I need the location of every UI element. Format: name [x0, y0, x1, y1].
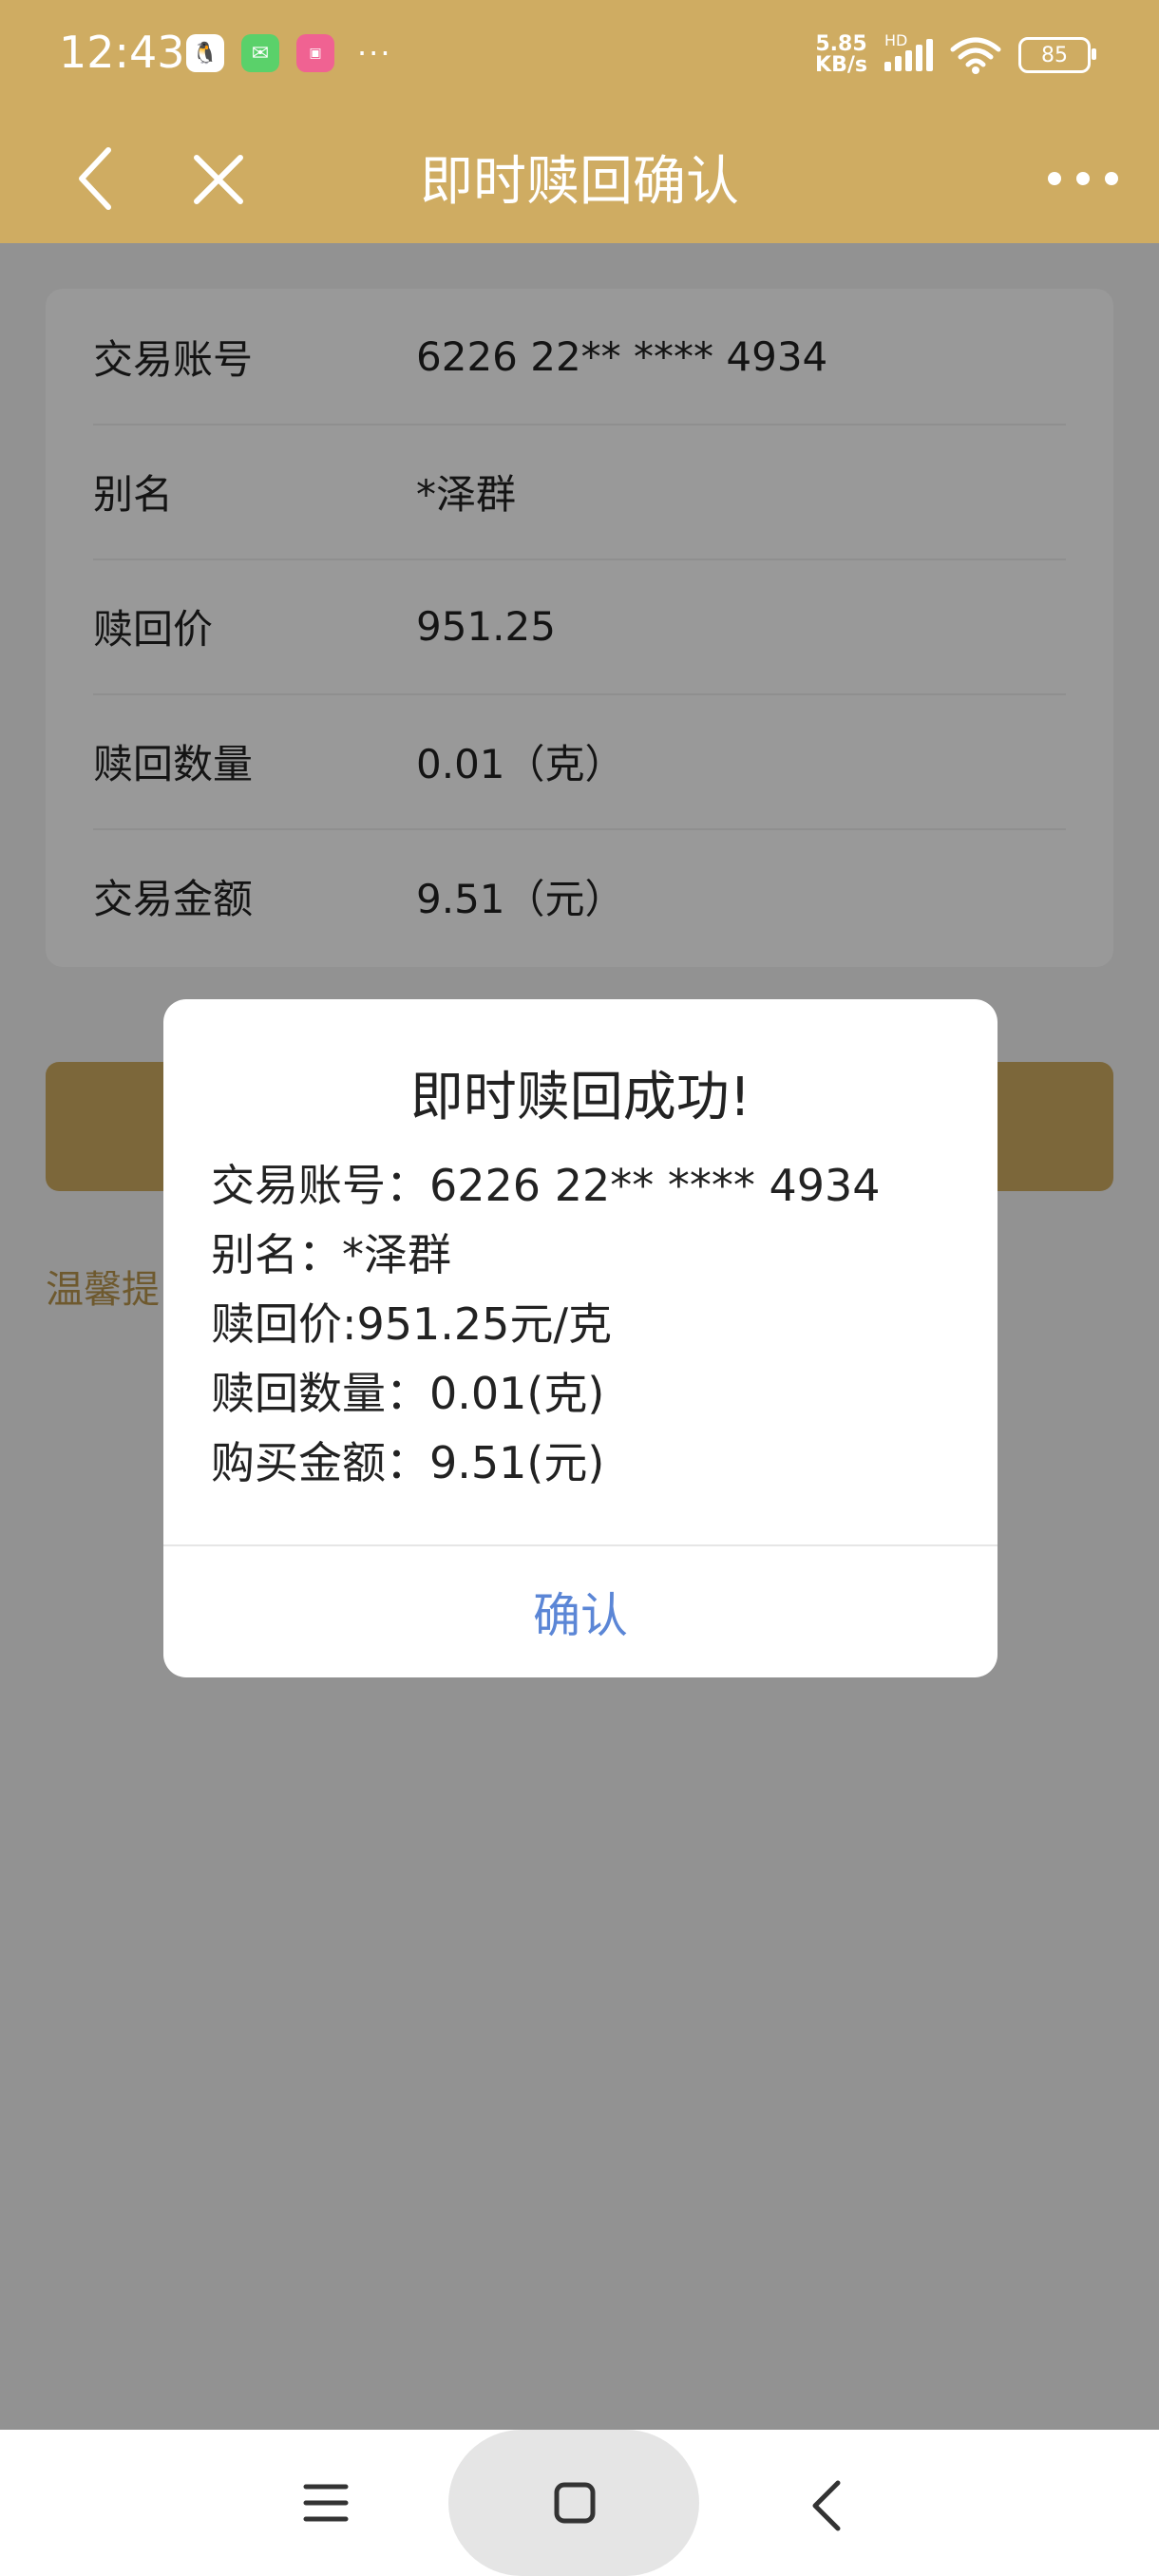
app-header: 即时赎回确认: [0, 112, 1159, 243]
page: 12:43 🐧 ✉ ▣ ··· 5.85 KB/s HD 85 即时赎回确认 交…: [0, 0, 1159, 2576]
qq-icon: 🐧: [186, 34, 224, 72]
dialog-body: 交易账号：6226 22** **** 4934 别名：*泽群 赎回价:951.…: [211, 1151, 960, 1498]
status-time: 12:43: [59, 27, 185, 78]
home-icon[interactable]: [553, 2481, 597, 2525]
menu-icon[interactable]: [302, 2479, 350, 2527]
bilibili-icon: ▣: [296, 34, 334, 72]
dialog-title: 即时赎回成功!: [409, 1067, 751, 1128]
system-navigation-bar: [0, 2430, 1159, 2576]
dialog-line-amount: 购买金额：9.51(元): [211, 1437, 605, 1488]
status-right: 5.85 KB/s HD 85: [815, 31, 1096, 76]
page-title: 即时赎回确认: [420, 151, 739, 213]
more-notifications-icon: ···: [357, 35, 392, 71]
dialog-line-price: 赎回价:951.25元/克: [211, 1298, 612, 1350]
redeem-success-dialog: 即时赎回成功! 交易账号：6226 22** **** 4934 别名：*泽群 …: [163, 999, 998, 1677]
status-bar: 12:43 🐧 ✉ ▣ ··· 5.85 KB/s HD 85: [0, 0, 1159, 112]
network-label: HD: [884, 31, 908, 49]
more-icon[interactable]: [1043, 150, 1123, 207]
wechat-icon: ✉: [241, 34, 279, 72]
dialog-line-quantity: 赎回数量：0.01(克): [211, 1368, 605, 1419]
battery-icon: 85: [1018, 37, 1096, 73]
speed-value: 5.85: [815, 32, 867, 56]
back-nav-icon[interactable]: [808, 2477, 846, 2534]
network-speed: 5.85 KB/s: [815, 34, 867, 76]
dialog-line-alias: 别名：*泽群: [211, 1229, 451, 1280]
notification-icons: 🐧 ✉ ▣ ···: [186, 34, 392, 72]
speed-unit: KB/s: [815, 53, 867, 77]
wifi-icon: [950, 37, 1001, 74]
battery-level: 85: [1041, 43, 1068, 67]
cellular-signal-icon: HD: [884, 31, 933, 71]
dialog-confirm-button[interactable]: 确认: [163, 1546, 998, 1677]
dialog-line-account: 交易账号：6226 22** **** 4934: [211, 1160, 881, 1211]
